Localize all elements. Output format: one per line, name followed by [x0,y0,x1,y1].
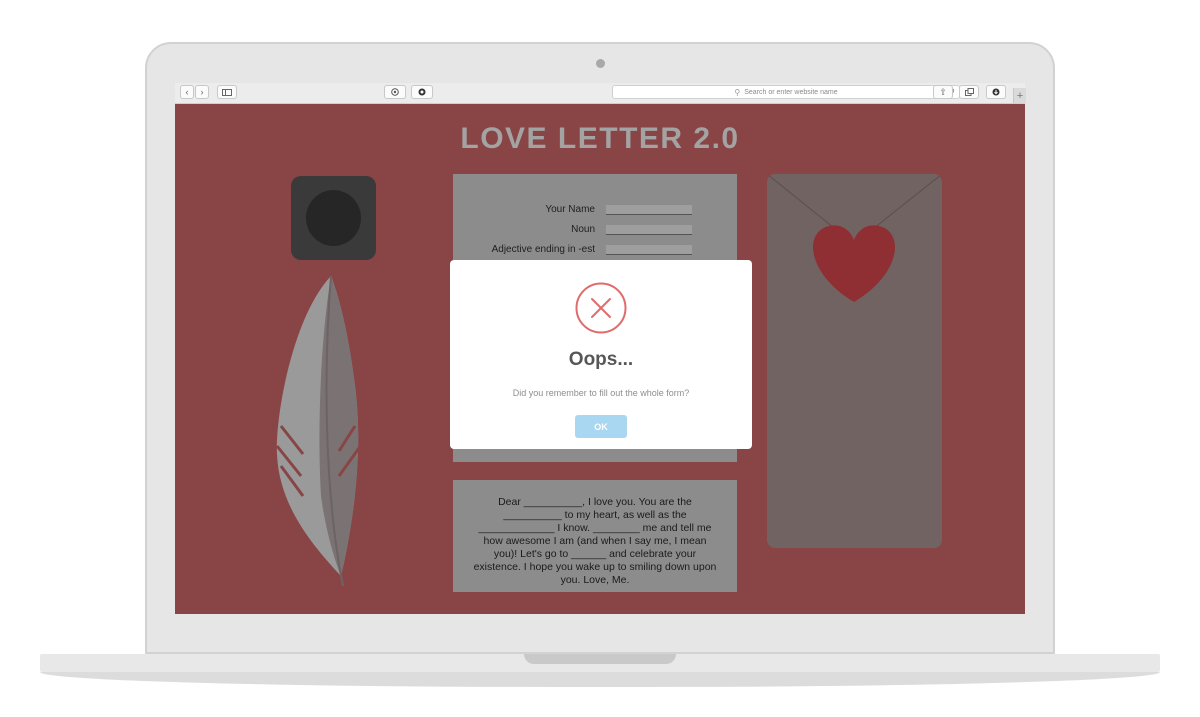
chevron-right-icon: › [200,86,204,97]
address-placeholder: Search or enter website name [744,88,838,96]
download-icon [992,88,1000,96]
laptop-bezel [147,614,1053,640]
address-bar[interactable]: ⚲ Search or enter website name ♬ ↻ [612,85,960,99]
share-icon: ⇧ [939,86,947,97]
privacy-button[interactable] [411,85,433,99]
field-label: Adjective ending in -est [491,244,595,255]
adjective-input[interactable] [606,245,692,255]
chevron-left-icon: ‹ [185,86,189,97]
extension-icon [391,88,399,96]
back-button[interactable]: ‹ [180,85,194,99]
form-row: Adjective ending in -est [453,244,737,258]
forward-button[interactable]: › [195,85,209,99]
your-name-input[interactable] [606,205,692,215]
camera-dot [596,59,605,68]
page-title: LOVE LETTER 2.0 [460,122,740,155]
heart-icon [813,225,895,302]
sidebar-button[interactable] [217,85,237,99]
error-dialog: Oops... Did you remember to fill out the… [450,260,752,449]
field-label: Noun [571,224,595,235]
letter-text: Dear __________, I love you. You are the… [473,496,717,586]
ok-button[interactable]: OK [575,415,627,438]
error-x-icon [575,282,627,334]
plus-icon: + [1016,89,1024,102]
dialog-message: Did you remember to fill out the whole f… [512,388,690,398]
noun-input[interactable] [606,225,692,235]
laptop-base-edge [40,672,1160,687]
share-button[interactable]: ⇧ [933,85,953,99]
form-row: Noun [453,224,737,238]
new-tab-button[interactable]: + [1013,88,1026,103]
browser-toolbar: ‹ › ⚲ Search or enter website name ♬ ↻ ⇧ [175,83,1025,104]
record-dot-icon [306,190,361,246]
record-button[interactable] [291,176,376,260]
form-row: Your Name [453,204,737,218]
laptop-notch [524,654,676,664]
tabs-icon [964,88,974,96]
downloads-button[interactable] [986,85,1006,99]
sidebar-icon [222,88,232,96]
search-icon: ⚲ [734,87,741,97]
tabs-button[interactable] [959,85,979,99]
letter-preview: Dear __________, I love you. You are the… [453,480,737,592]
envelope-flap-icon [767,174,942,302]
envelope[interactable] [767,174,942,548]
shield-icon [418,88,426,96]
dialog-title: Oops... [568,349,634,370]
field-label: Your Name [545,204,595,215]
extension-button[interactable] [384,85,406,99]
feather-quill-icon [275,276,361,586]
